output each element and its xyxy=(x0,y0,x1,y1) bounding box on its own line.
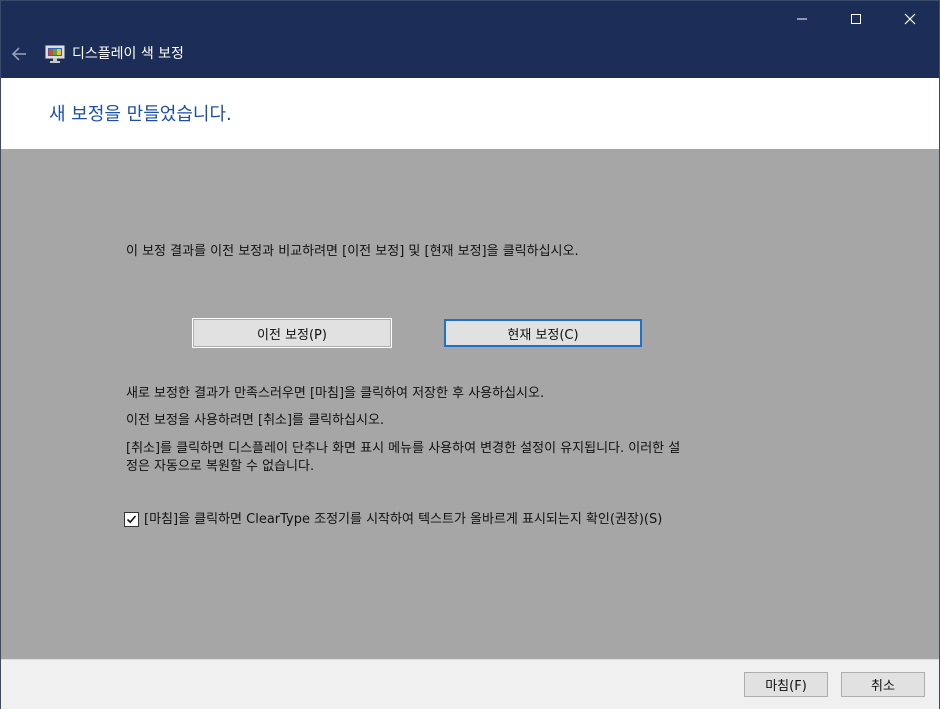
cancel-button[interactable]: 취소 xyxy=(841,672,925,697)
finish-info-text: 새로 보정한 결과가 만족스러우면 [마침]을 클릭하여 저장한 후 사용하십시… xyxy=(126,386,545,401)
page-header: 새 보정을 만들었습니다. xyxy=(1,78,939,149)
display-color-monitor-icon xyxy=(45,45,65,63)
calibration-window: 디스플레이 색 보정 새 보정을 만들었습니다. 이 보정 결과를 이전 보정과… xyxy=(0,0,940,709)
arrow-left-icon xyxy=(11,47,26,61)
footer-bar: 마침(F) 취소 xyxy=(1,659,939,709)
previous-calibration-button[interactable]: 이전 보정(P) xyxy=(193,319,391,347)
intro-text: 이 보정 결과를 이전 보정과 비교하려면 [이전 보정] 및 [현재 보정]을… xyxy=(126,244,579,259)
window-title: 디스플레이 색 보정 xyxy=(72,46,184,62)
maximize-button[interactable] xyxy=(833,1,879,37)
back-button[interactable] xyxy=(7,41,31,67)
title-bar: 디스플레이 색 보정 xyxy=(1,1,939,78)
cancel-info-text: 이전 보정을 사용하려면 [취소]를 클릭하십시오. xyxy=(126,413,385,428)
checkmark-icon xyxy=(126,515,137,524)
minimize-icon xyxy=(797,18,807,20)
close-button[interactable] xyxy=(887,1,933,37)
current-calibration-button[interactable]: 현재 보정(C) xyxy=(444,319,642,347)
warning-text-line-2: 정은 자동으로 복원할 수 없습니다. xyxy=(126,459,315,474)
cleartype-checkbox-label[interactable]: [마침]을 클릭하면 ClearType 조정기를 시작하여 텍스트가 올바르게… xyxy=(144,511,662,528)
close-icon xyxy=(904,13,916,25)
content-area: 이 보정 결과를 이전 보정과 비교하려면 [이전 보정] 및 [현재 보정]을… xyxy=(1,149,939,659)
finish-button[interactable]: 마침(F) xyxy=(744,672,828,697)
page-title: 새 보정을 만들었습니다. xyxy=(49,104,232,125)
maximize-icon xyxy=(851,14,861,24)
cleartype-checkbox[interactable] xyxy=(124,512,139,527)
warning-text-line-1: [취소]를 클릭하면 디스플레이 단추나 화면 표시 메뉴를 사용하여 변경한 … xyxy=(126,441,681,456)
minimize-button[interactable] xyxy=(779,1,825,37)
